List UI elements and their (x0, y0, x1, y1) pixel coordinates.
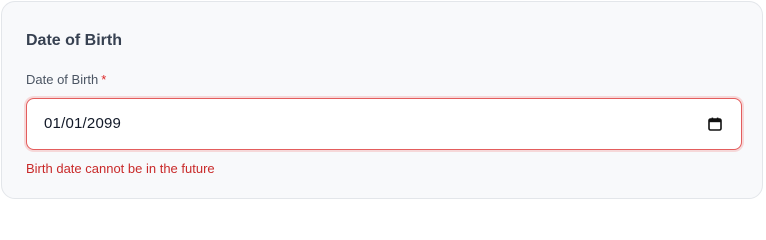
date-of-birth-label: Date of Birth * (26, 72, 106, 88)
section-title: Date of Birth (26, 32, 122, 49)
error-message: Birth date cannot be in the future (26, 161, 215, 176)
required-marker: * (101, 72, 107, 87)
date-of-birth-label-text: Date of Birth (26, 72, 99, 87)
date-of-birth-card: Date of Birth Date of Birth * 01/01/2099 … (1, 1, 763, 199)
date-of-birth-value[interactable]: 01/01/2099 (44, 115, 121, 133)
date-of-birth-input[interactable]: 01/01/2099 (26, 98, 742, 150)
calendar-icon[interactable] (708, 117, 722, 131)
